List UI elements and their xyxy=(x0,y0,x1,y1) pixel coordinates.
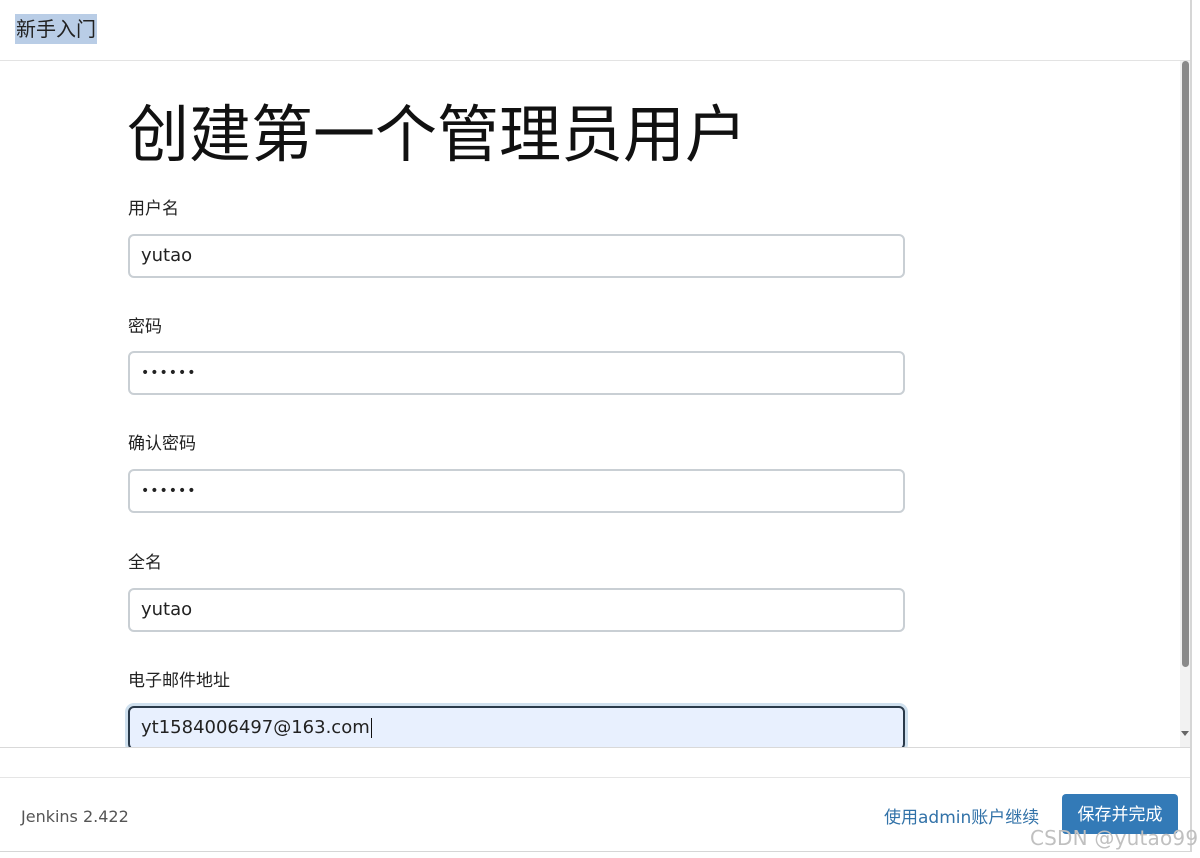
version-label: Jenkins 2.422 xyxy=(21,807,129,826)
vertical-scrollbar[interactable] xyxy=(1180,61,1190,747)
form-scroll-area[interactable]: 创建第一个管理员用户 用户名 yutao 密码 •••••• 确认密码 ••••… xyxy=(0,61,1180,747)
scrollbar-thumb[interactable] xyxy=(1182,61,1189,667)
header-title: 新手入门 xyxy=(15,14,97,44)
password-label: 密码 xyxy=(128,317,162,337)
username-field[interactable]: yutao xyxy=(128,234,905,278)
password-field[interactable]: •••••• xyxy=(128,351,905,395)
email-field-value: yt1584006497@163.com xyxy=(141,717,370,738)
confirm-password-field[interactable]: •••••• xyxy=(128,469,905,513)
confirm-password-label: 确认密码 xyxy=(128,434,196,454)
page-title: 创建第一个管理员用户 xyxy=(127,98,748,171)
dialog-window: 新手入门 创建第一个管理员用户 用户名 yutao 密码 •••••• 确认密码… xyxy=(0,0,1192,852)
dialog-header: 新手入门 xyxy=(0,0,1190,61)
watermark: CSDN @yutao99 xyxy=(1030,826,1199,850)
email-field[interactable]: yt1584006497@163.com xyxy=(128,706,905,747)
username-label: 用户名 xyxy=(128,199,179,219)
footer-divider xyxy=(0,777,1190,778)
full-name-field[interactable]: yutao xyxy=(128,588,905,632)
continue-as-admin-link[interactable]: 使用admin账户继续 xyxy=(884,803,1039,828)
dialog-footer: Jenkins 2.422 使用admin账户继续 保存并完成 xyxy=(0,747,1190,851)
email-label: 电子邮件地址 xyxy=(128,671,230,691)
full-name-label: 全名 xyxy=(128,553,162,573)
scroll-down-arrow-icon[interactable] xyxy=(1181,731,1189,736)
text-caret xyxy=(370,718,372,738)
